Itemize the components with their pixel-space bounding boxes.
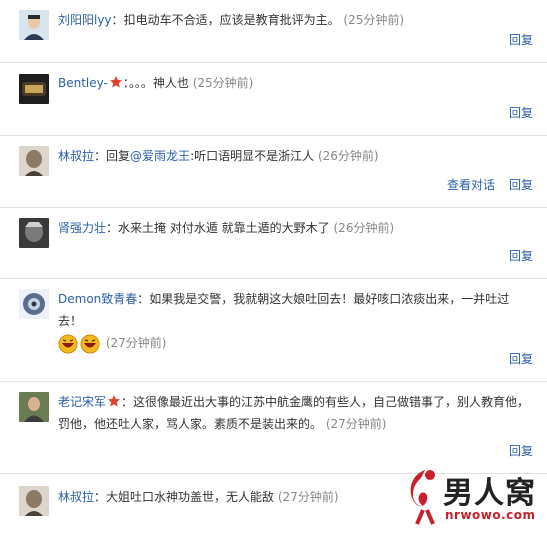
timestamp: (27分钟前)	[325, 417, 387, 431]
avatar[interactable]	[19, 146, 49, 176]
reply-button[interactable]: 回复	[509, 178, 533, 192]
timestamp: (25分钟前)	[192, 76, 254, 90]
comment-item: 老记宋军 ：这很像最近出大事的江苏中航金鹰的有些人，自己做错事了，别人教育他，罚他…	[0, 382, 547, 474]
timestamp: (26分钟前)	[333, 221, 395, 235]
comment-actions: 回复	[495, 350, 533, 367]
avatar[interactable]	[19, 218, 49, 248]
reply-button[interactable]: 回复	[509, 444, 533, 458]
timestamp: (26分钟前)	[317, 149, 379, 163]
comment-actions: 回复	[495, 247, 533, 264]
username[interactable]: 林叔拉	[58, 490, 94, 504]
reply-prefix: 回复	[106, 149, 131, 163]
username[interactable]: 刘阳阳lyy	[58, 13, 112, 27]
username[interactable]: Bentley-	[58, 76, 108, 90]
watermark-logo-icon	[410, 470, 435, 525]
comment-item: Bentley- ：。。。神人也 (25分钟前) 回复	[0, 63, 547, 136]
laughing-emoji-icon	[80, 334, 100, 353]
avatar[interactable]	[19, 486, 49, 516]
comment-text: 。。。神人也	[128, 76, 189, 90]
watermark-brand: 男人窝	[443, 476, 536, 511]
watermark-url: nrwowo.com	[445, 508, 536, 522]
view-conversation-button[interactable]: 查看对话	[447, 178, 495, 192]
avatar[interactable]	[19, 392, 49, 422]
avatar[interactable]	[19, 10, 49, 40]
comment-actions: 回复	[495, 104, 533, 121]
comment-text: 扣电动车不合适，应该是教育批评为主。	[123, 13, 340, 27]
comment-actions: 回复	[495, 442, 533, 459]
avatar[interactable]	[19, 74, 49, 104]
comment-text: 大姐吐口水神功盖世，无人能敌	[106, 490, 275, 504]
site-watermark: 男人窝 nrwowo.com	[401, 466, 541, 528]
reply-button[interactable]: 回复	[509, 352, 533, 366]
timestamp: (25分钟前)	[343, 13, 405, 27]
timestamp: (27分钟前)	[277, 490, 339, 504]
laughing-emoji-icon	[58, 334, 78, 353]
username[interactable]: 老记宋军	[58, 395, 106, 409]
comment-item: 刘阳阳lyy：扣电动车不合适，应该是教育批评为主。 (25分钟前) 回复	[0, 0, 547, 63]
comment-actions: 回复	[495, 31, 533, 48]
mention-link[interactable]: @爱雨龙王	[130, 149, 190, 163]
comment-text: 水来土掩 对付水遁 就靠土遁的大野木了	[118, 221, 330, 235]
star-badge-icon	[108, 395, 121, 407]
timestamp: (27分钟前)	[105, 336, 167, 350]
avatar[interactable]	[19, 289, 49, 319]
username[interactable]: Demon致青春	[58, 292, 137, 306]
username[interactable]: 林叔拉	[58, 149, 94, 163]
reply-button[interactable]: 回复	[509, 249, 533, 263]
username[interactable]: 肾强力壮	[58, 221, 106, 235]
comment-list: 刘阳阳lyy：扣电动车不合适，应该是教育批评为主。 (25分钟前) 回复 Ben…	[0, 0, 547, 534]
star-badge-icon	[109, 76, 122, 88]
comment-item: Demon致青春：如果我是交警，我就朝这大娘吐回去！最好咳口浓痰出来，一并吐过去…	[0, 279, 547, 382]
comment-item: 林叔拉：回复@爱雨龙王:听口语明显不是浙江人 (26分钟前) 查看对话 回复	[0, 136, 547, 208]
reply-button[interactable]: 回复	[509, 33, 533, 47]
reply-button[interactable]: 回复	[509, 106, 533, 120]
comment-actions: 查看对话 回复	[433, 176, 533, 193]
comment-text: :听口语明显不是浙江人	[190, 149, 315, 163]
comment-item: 肾强力壮：水来土掩 对付水遁 就靠土遁的大野木了 (26分钟前) 回复	[0, 208, 547, 279]
